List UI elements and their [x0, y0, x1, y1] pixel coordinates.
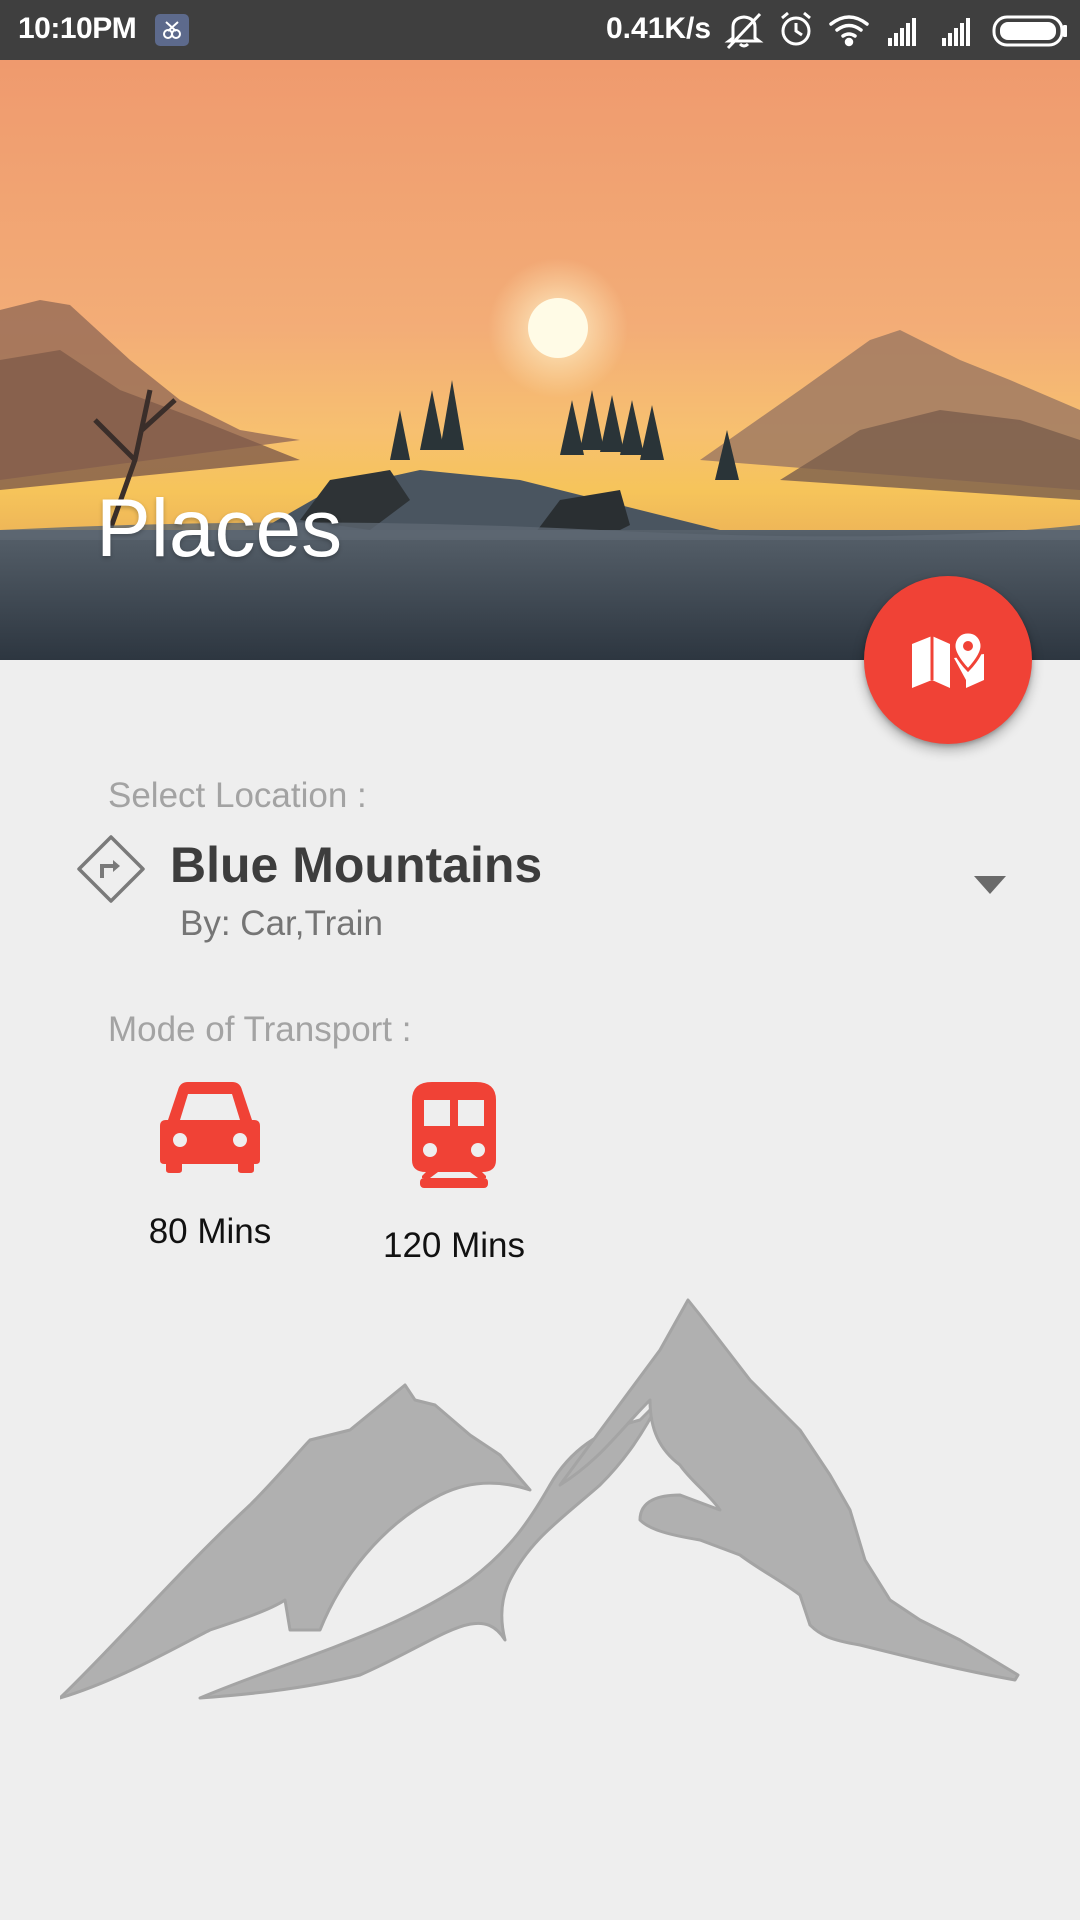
alarm-icon: [781, 11, 811, 46]
train-icon: [412, 1082, 496, 1188]
select-location-label: Select Location :: [108, 776, 367, 815]
map-button[interactable]: [864, 576, 1032, 744]
battery-icon: [992, 15, 1067, 47]
chevron-down-icon[interactable]: [974, 876, 1006, 899]
transport-train[interactable]: 120 Mins: [364, 1080, 544, 1290]
mute-vibrate-icon: [724, 12, 764, 50]
car-icon: [160, 1082, 260, 1173]
signal-icon: [888, 18, 916, 46]
selected-location: Blue Mountains: [170, 837, 543, 893]
status-time: 10:10PM: [18, 12, 137, 45]
car-duration: 80 Mins: [148, 1212, 272, 1251]
network-speed: 0.41K/s: [606, 12, 712, 45]
map-pin-icon: [912, 630, 984, 688]
page-title: Places: [96, 483, 343, 574]
wifi-icon: [829, 15, 869, 47]
train-duration: 120 Mins: [382, 1226, 526, 1265]
mountain-illustration: [60, 1298, 1020, 1700]
header-image: Places: [0, 60, 1080, 660]
transport-car[interactable]: 80 Mins: [120, 1080, 300, 1290]
app-notification-icon: [155, 14, 189, 46]
location-dropdown[interactable]: Blue Mountains: [76, 826, 1016, 916]
status-bar: 10:10PM 0.41K/s: [0, 0, 1080, 60]
mode-of-transport-label: Mode of Transport :: [108, 1010, 412, 1049]
directions-icon: [76, 834, 146, 909]
signal-icon: [942, 18, 970, 46]
transport-summary: By: Car,Train: [180, 904, 383, 943]
